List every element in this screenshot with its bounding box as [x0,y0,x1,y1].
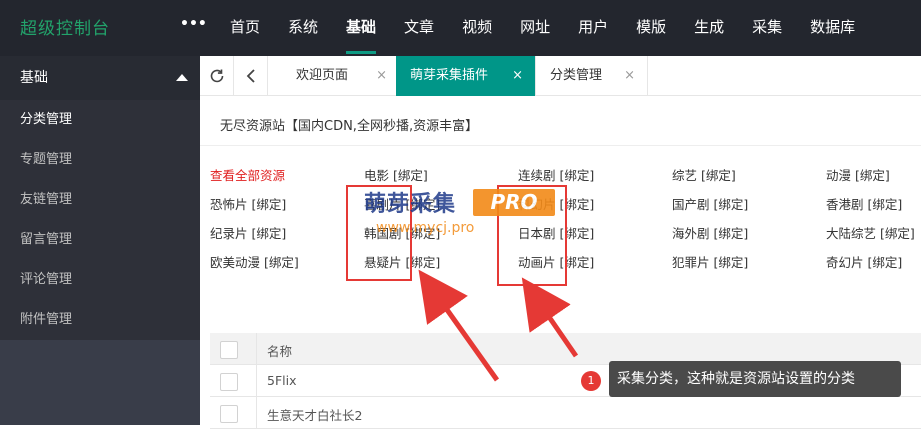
column-header-name: 名称 [267,344,293,359]
table-cell-name: 5Flix [267,373,297,388]
nav-database[interactable]: 数据库 [796,0,869,56]
close-icon[interactable]: × [512,56,523,96]
select-all-checkbox[interactable] [220,341,238,359]
category-link[interactable]: 查看全部资源 [210,165,285,184]
nav-generate[interactable]: 生成 [680,0,738,56]
category-link[interactable]: 动漫 [绑定] [826,165,890,184]
top-navbar: 超级控制台 ••• 首页 系统 基础 文章 视频 网址 用户 模版 生成 采集 … [0,0,921,56]
sidebar-item-topic[interactable]: 专题管理 [0,140,200,180]
sidebar-item-attachments[interactable]: 附件管理 [0,300,200,340]
category-link[interactable]: 欧美动漫 [绑定] [210,252,299,271]
category-link[interactable]: 恐怖片 [绑定] [210,194,286,213]
category-link[interactable]: 犯罪片 [绑定] [672,252,748,271]
sidebar-item-links[interactable]: 友链管理 [0,180,200,220]
watermark-name: 萌芽采集 [364,192,457,217]
category-link[interactable]: 国产剧 [绑定] [672,194,748,213]
category-link[interactable]: 纪录片 [绑定] [210,223,286,242]
sidebar-section-label: 基础 [20,70,48,86]
tab-bar: 欢迎页面 × 萌芽采集插件 × 分类管理 × [200,56,921,96]
top-nav: 首页 系统 基础 文章 视频 网址 用户 模版 生成 采集 数据库 [216,0,869,56]
category-link[interactable]: 海外剧 [绑定] [672,223,748,242]
category-link[interactable]: 连续剧 [绑定] [518,165,594,184]
nav-system[interactable]: 系统 [274,0,332,56]
nav-url[interactable]: 网址 [506,0,564,56]
sidebar-item-messages[interactable]: 留言管理 [0,220,200,260]
category-link[interactable]: 电影 [绑定] [364,165,428,184]
tab-label: 欢迎页面 [296,68,349,83]
app-title[interactable]: 超级控制台 [20,14,110,39]
more-icon[interactable]: ••• [180,16,207,32]
nav-video[interactable]: 视频 [448,0,506,56]
tab-label: 分类管理 [550,68,603,83]
nav-home[interactable]: 首页 [216,0,274,56]
sidebar: 基础 分类管理 专题管理 友链管理 留言管理 评论管理 附件管理 [0,56,200,425]
tab-label: 萌芽采集插件 [410,68,489,83]
caret-up-icon [176,74,188,81]
sidebar-section-basic[interactable]: 基础 [0,56,200,100]
close-icon[interactable]: × [624,56,635,96]
category-link[interactable]: 香港剧 [绑定] [826,194,902,213]
row-checkbox[interactable] [220,405,238,423]
refresh-icon[interactable] [200,56,234,96]
category-link[interactable]: 大陆综艺 [绑定] [826,223,915,242]
category-link[interactable]: 综艺 [绑定] [672,165,736,184]
category-link[interactable]: 奇幻片 [绑定] [826,252,902,271]
nav-user[interactable]: 用户 [564,0,622,56]
chevron-left-icon[interactable] [234,56,268,96]
tab-welcome[interactable]: 欢迎页面 × [282,56,400,96]
column-divider [256,397,257,429]
column-divider [256,333,257,365]
sidebar-item-comments[interactable]: 评论管理 [0,260,200,300]
watermark-pro-badge: PRO [473,189,555,216]
sidebar-item-category[interactable]: 分类管理 [0,100,200,140]
nav-collect[interactable]: 采集 [738,0,796,56]
source-title: 无尽资源站【国内CDN,全网秒播,资源丰富】 [220,119,479,134]
nav-article[interactable]: 文章 [390,0,448,56]
divider [200,145,921,146]
row-checkbox[interactable] [220,373,238,391]
nav-template[interactable]: 模版 [622,0,680,56]
column-divider [256,365,257,397]
table-row: 生意天才白社长2 [210,397,921,429]
nav-basic[interactable]: 基础 [332,0,390,56]
sidebar-list: 分类管理 专题管理 友链管理 留言管理 评论管理 附件管理 [0,100,200,340]
tab-collect-plugin[interactable]: 萌芽采集插件 × [396,56,536,96]
close-icon[interactable]: × [376,56,387,96]
tab-category-manage[interactable]: 分类管理 × [536,56,648,96]
annotation-number-badge: 1 [581,371,601,391]
annotation-tooltip: 采集分类，这种就是资源站设置的分类 [609,361,901,397]
table-cell-name: 生意天才白社长2 [267,408,363,423]
watermark-url: www.mycj.pro [376,220,475,236]
